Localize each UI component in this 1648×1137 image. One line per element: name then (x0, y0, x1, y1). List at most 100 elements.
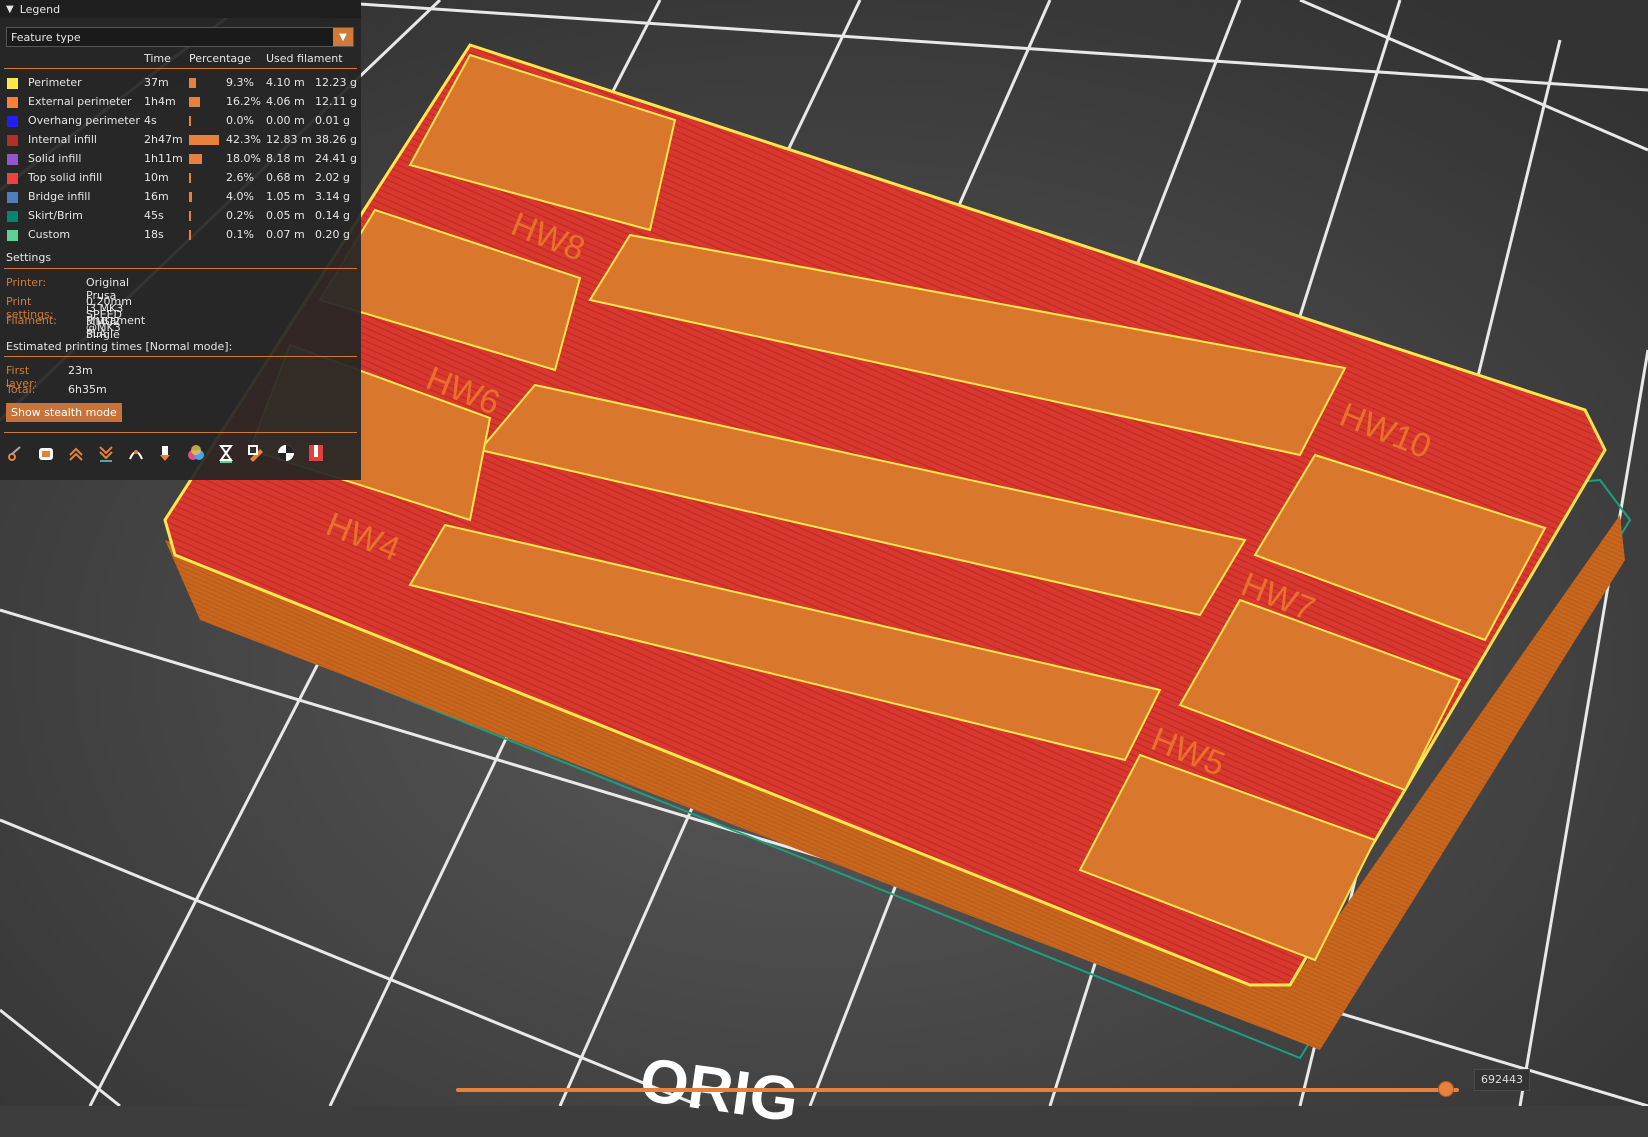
feature-percentage: 42.3% (226, 133, 261, 146)
feature-length: 4.06 m (266, 95, 305, 108)
feature-name: Custom (28, 228, 71, 241)
feature-row[interactable]: Perimeter 37m 9.3% 4.10 m 12.23 g (0, 74, 361, 92)
chevron-down-icon[interactable]: ▼ (333, 28, 353, 46)
feature-name: Top solid infill (28, 171, 103, 184)
feature-time: 2h47m (144, 133, 183, 146)
slider-track[interactable] (456, 1088, 1459, 1092)
travel-icon[interactable] (4, 441, 28, 465)
separator (4, 432, 357, 433)
wipe-icon[interactable] (34, 441, 58, 465)
feature-percentage: 4.0% (226, 190, 254, 203)
custom-gcode-icon[interactable] (244, 441, 268, 465)
slider-thumb[interactable] (1437, 1081, 1454, 1097)
feature-weight: 38.26 g (315, 133, 357, 146)
color-swatch (7, 211, 18, 222)
feature-time: 18s (144, 228, 164, 241)
separator (4, 356, 357, 357)
legend-title: Legend (19, 2, 61, 16)
feature-name: Internal infill (28, 133, 97, 146)
feature-length: 0.07 m (266, 228, 305, 241)
center-of-gravity-icon[interactable] (274, 441, 298, 465)
color-swatch (7, 154, 18, 165)
pause-prints-icon[interactable] (214, 441, 238, 465)
feature-length: 4.10 m (266, 76, 305, 89)
feature-row[interactable]: Bridge infill 16m 4.0% 1.05 m 3.14 g (0, 188, 361, 206)
feature-percentage: 0.0% (226, 114, 254, 127)
color-swatch (7, 192, 18, 203)
feature-time: 4s (144, 114, 157, 127)
percentage-bar (189, 192, 192, 202)
view-type-select[interactable]: Feature type ▼ (6, 27, 354, 47)
percentage-bar (189, 135, 219, 145)
feature-weight: 12.11 g (315, 95, 357, 108)
feature-row[interactable]: External perimeter 1h4m 16.2% 4.06 m 12.11 g (0, 93, 361, 111)
settings-title: Settings (6, 251, 52, 264)
percentage-bar (189, 78, 196, 88)
horizontal-layer-slider[interactable] (456, 1081, 1459, 1097)
col-used-filament: Used filament (266, 52, 343, 65)
percentage-bar (189, 154, 202, 164)
separator (4, 268, 357, 269)
feature-weight: 0.14 g (315, 209, 350, 222)
feature-time: 37m (144, 76, 169, 89)
percentage-bar (189, 116, 191, 126)
feature-time: 1h11m (144, 152, 183, 165)
feature-name: Solid infill (28, 152, 82, 165)
feature-row[interactable]: Internal infill 2h47m 42.3% 12.83 m 38.26 g (0, 131, 361, 149)
color-swatch (7, 78, 18, 89)
col-time: Time (144, 52, 171, 65)
deretractions-icon[interactable] (94, 441, 118, 465)
legend-column-headers: Time Percentage Used filament (0, 52, 361, 66)
percentage-bar (189, 173, 191, 183)
color-swatch (7, 230, 18, 241)
feature-percentage: 0.2% (226, 209, 254, 222)
percentage-bar (189, 230, 191, 240)
feature-weight: 3.14 g (315, 190, 350, 203)
feature-weight: 0.01 g (315, 114, 350, 127)
feature-name: Perimeter (28, 76, 82, 89)
tool-changes-icon[interactable] (154, 441, 178, 465)
feature-weight: 12.23 g (315, 76, 357, 89)
feature-time: 1h4m (144, 95, 176, 108)
feature-row[interactable]: Solid infill 1h11m 18.0% 8.18 m 24.41 g (0, 150, 361, 168)
color-swatch (7, 116, 18, 127)
feature-percentage: 2.6% (226, 171, 254, 184)
feature-time: 10m (144, 171, 169, 184)
percentage-bar (189, 211, 191, 221)
feature-weight: 24.41 g (315, 152, 357, 165)
collapse-triangle-icon[interactable]: ▼ (6, 4, 14, 15)
percentage-bar (189, 97, 201, 107)
feature-percentage: 9.3% (226, 76, 254, 89)
estimates-title: Estimated printing times [Normal mode]: (6, 340, 233, 353)
legend-panel: ▼ Legend Feature type ▼ Time Percentage … (0, 0, 361, 480)
feature-percentage: 18.0% (226, 152, 261, 165)
feature-length: 12.83 m (266, 133, 312, 146)
feature-percentage: 16.2% (226, 95, 261, 108)
retractions-icon[interactable] (64, 441, 88, 465)
feature-row[interactable]: Custom 18s 0.1% 0.07 m 0.20 g (0, 226, 361, 244)
shells-icon[interactable] (304, 441, 328, 465)
color-swatch (7, 97, 18, 108)
color-swatch (7, 135, 18, 146)
seams-icon[interactable] (124, 441, 148, 465)
feature-weight: 0.20 g (315, 228, 350, 241)
feature-length: 1.05 m (266, 190, 305, 203)
feature-length: 0.05 m (266, 209, 305, 222)
feature-name: Overhang perimeter (28, 114, 140, 127)
feature-length: 8.18 m (266, 152, 305, 165)
feature-name: Bridge infill (28, 190, 91, 203)
feature-row[interactable]: Skirt/Brim 45s 0.2% 0.05 m 0.14 g (0, 207, 361, 225)
feature-row[interactable]: Top solid infill 10m 2.6% 0.68 m 2.02 g (0, 169, 361, 187)
separator (4, 68, 357, 69)
feature-percentage: 0.1% (226, 228, 254, 241)
show-stealth-mode-button[interactable]: Show stealth mode (6, 403, 122, 422)
feature-name: External perimeter (28, 95, 132, 108)
feature-row[interactable]: Overhang perimeter 4s 0.0% 0.00 m 0.01 g (0, 112, 361, 130)
color-changes-icon[interactable] (184, 441, 208, 465)
legend-header[interactable]: ▼ Legend (0, 0, 361, 18)
feature-length: 0.00 m (266, 114, 305, 127)
col-percentage: Percentage (189, 52, 251, 65)
slider-value-label: 692443 (1474, 1069, 1530, 1091)
legend-toolbar (4, 441, 328, 467)
color-swatch (7, 173, 18, 184)
